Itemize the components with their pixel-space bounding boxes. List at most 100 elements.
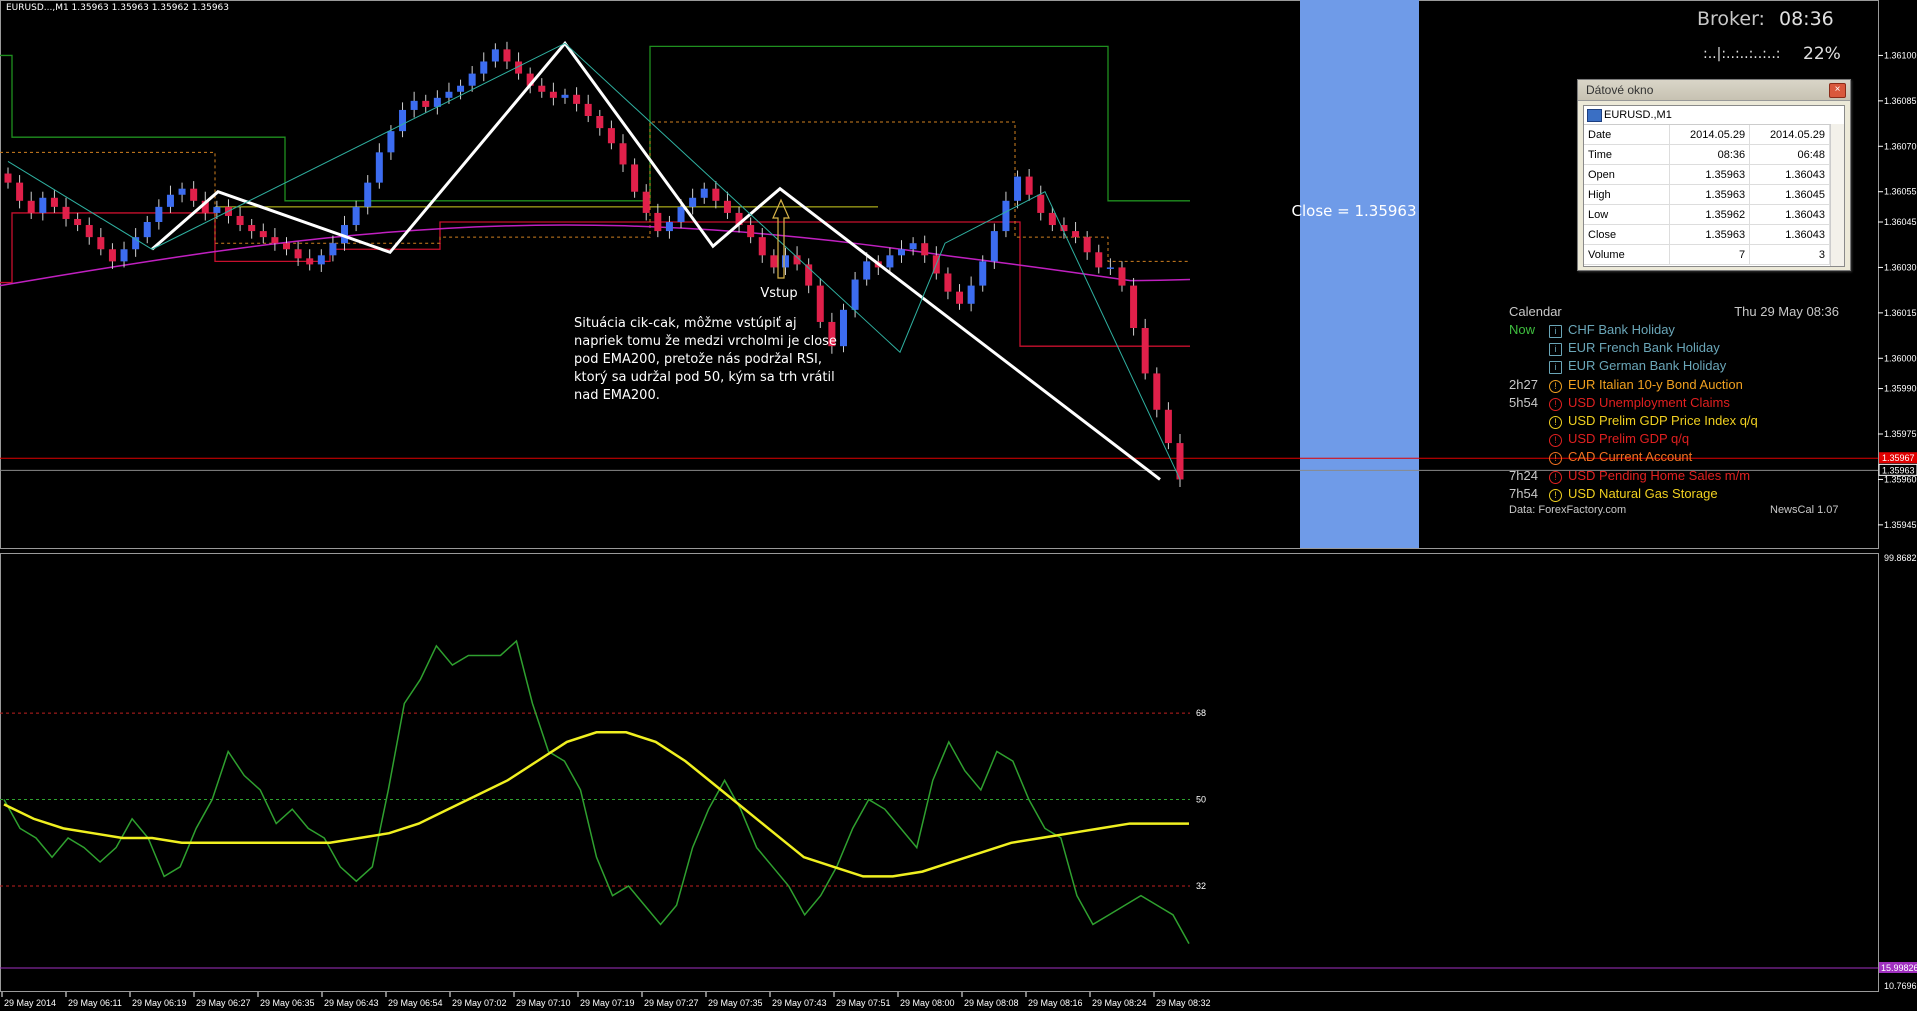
- chart-header: EURUSD...,M1 1.35963 1.35963 1.35962 1.3…: [6, 3, 229, 13]
- close-icon[interactable]: ×: [1829, 83, 1846, 98]
- table-row: Volume 7 3: [1584, 244, 1830, 265]
- candle-body: [306, 258, 314, 265]
- calendar-event[interactable]: ! USD Prelim GDP q/q: [1509, 431, 1689, 448]
- candle-body: [665, 222, 673, 232]
- time-tick-label: 29 May 06:35: [260, 998, 315, 1008]
- candle-body: [491, 49, 499, 62]
- alert-icon: !: [1549, 416, 1562, 429]
- calendar-event-text: EUR German Bank Holiday: [1568, 358, 1727, 374]
- data-window-title: Dátové okno: [1586, 83, 1654, 97]
- calendar-event[interactable]: 5h54! USD Unemployment Claims: [1509, 395, 1730, 411]
- rsi-series-layer: 68 50 32: [0, 639, 1878, 969]
- row-value: 1.35962: [1669, 204, 1751, 225]
- candle-body: [410, 100, 418, 110]
- time-tick-label: 29 May 08:32: [1156, 998, 1211, 1008]
- candle-body: [1095, 252, 1103, 268]
- candle-body: [549, 91, 557, 98]
- calendar-event-text: USD Natural Gas Storage: [1568, 485, 1718, 501]
- data-window-symbol-row: EURUSD.,M1: [1584, 106, 1844, 125]
- calendar-event[interactable]: ! USD Prelim GDP Price Index q/q: [1509, 413, 1758, 429]
- candle-body: [213, 206, 221, 213]
- candle-body: [190, 188, 198, 201]
- progress-bar-text: :..|:..:..:..:..:: [1703, 46, 1781, 62]
- row-label: High: [1584, 184, 1671, 205]
- table-row: Close 1.35963 1.36043: [1584, 224, 1830, 245]
- calendar-event[interactable]: 7h54! USD Natural Gas Storage: [1509, 486, 1718, 502]
- candle-body: [1153, 373, 1161, 410]
- price-tick-label: 1.36015: [1884, 308, 1917, 318]
- price-tick-label: 1.36045: [1884, 217, 1917, 227]
- time-tick-label: 29 May 07:51: [836, 998, 891, 1008]
- candle-body: [758, 237, 766, 256]
- calendar-event[interactable]: 2h27! EUR Italian 10-y Bond Auction: [1509, 377, 1743, 393]
- candle-body: [480, 61, 488, 74]
- candle-body: [62, 206, 70, 219]
- time-tick-label: 29 May 07:27: [644, 998, 699, 1008]
- data-window-body: EURUSD.,M1 Date 2014.05.29 2014.05.29 Time…: [1583, 105, 1845, 267]
- candle-body: [457, 85, 465, 92]
- rsi-panel-frame: [0, 553, 1879, 992]
- time-tick-label: 29 May 06:19: [132, 998, 187, 1008]
- info-icon: i: [1549, 325, 1562, 338]
- calendar-event[interactable]: ! CAD Current Account: [1509, 449, 1693, 466]
- candle-body: [271, 237, 279, 244]
- data-window[interactable]: Dátové okno × EURUSD.,M1 Date 2014.05.29 2…: [1577, 79, 1851, 271]
- candle-body: [375, 152, 383, 183]
- row-label: Volume: [1584, 244, 1671, 265]
- candle-body: [967, 285, 975, 304]
- candle-body: [781, 255, 789, 268]
- candle-body: [352, 206, 360, 226]
- candle-body: [573, 94, 581, 104]
- candle-body: [1002, 200, 1010, 232]
- candle-body: [50, 197, 58, 207]
- calendar-event[interactable]: Now i CHF Bank Holiday: [1509, 322, 1675, 338]
- row-label: Low: [1584, 204, 1671, 225]
- row-value: 7: [1669, 244, 1751, 265]
- data-window-titlebar[interactable]: Dátové okno ×: [1578, 80, 1850, 101]
- price-tick-label: 1.36000: [1884, 353, 1917, 363]
- info-icon: i: [1549, 343, 1562, 357]
- calendar-event[interactable]: 7h24! USD Pending Home Sales m/m: [1509, 468, 1750, 484]
- calendar-date: Thu 29 May 08:36: [1734, 304, 1839, 319]
- candle-body: [1025, 176, 1033, 195]
- row-value: 06:48: [1749, 144, 1830, 165]
- row-label: Date: [1584, 125, 1671, 145]
- candle-body: [898, 249, 906, 256]
- candle-body: [282, 243, 290, 250]
- candle-body: [1118, 267, 1126, 286]
- candle-body: [561, 94, 569, 98]
- calendar-event-text: CAD Current Account: [1568, 449, 1693, 465]
- candle-body: [677, 206, 685, 222]
- row-value: 1.35963: [1669, 184, 1751, 205]
- calendar-event[interactable]: i EUR French Bank Holiday: [1509, 340, 1720, 357]
- table-row: Open 1.35963 1.36043: [1584, 164, 1830, 185]
- candle-body: [1072, 231, 1080, 238]
- candle-body: [816, 285, 824, 322]
- calendar-event-text: EUR French Bank Holiday: [1568, 340, 1720, 356]
- data-window-scrollbar[interactable]: [1830, 124, 1844, 266]
- time-tick-label: 29 May 08:00: [900, 998, 955, 1008]
- candle-body: [236, 215, 244, 226]
- candle-body: [294, 249, 302, 259]
- calendar-event-time: 5h54: [1509, 394, 1538, 410]
- time-tick-label: 29 May 08:08: [964, 998, 1019, 1008]
- candle-body: [4, 173, 12, 183]
- candle-body: [990, 231, 998, 262]
- rsi-line: [3, 639, 1190, 945]
- calendar-footer-source: Data: ForexFactory.com: [1509, 504, 1627, 516]
- row-value: 08:36: [1669, 144, 1751, 165]
- alert-icon: !: [1549, 379, 1562, 393]
- candle-body: [97, 237, 105, 250]
- candle-body: [886, 255, 894, 268]
- time-tick-label: 29 May 06:54: [388, 998, 443, 1008]
- annotation-line: ktorý sa udržal pod 50, kým sa trh vráti…: [574, 370, 835, 385]
- candle-body: [143, 222, 151, 238]
- candle-body: [445, 91, 453, 98]
- price-tick-label: 1.36055: [1884, 187, 1917, 197]
- candle-body: [851, 279, 859, 310]
- calendar-event[interactable]: i EUR German Bank Holiday: [1509, 358, 1727, 375]
- calendar-event-text: USD Pending Home Sales m/m: [1568, 467, 1751, 483]
- candle-body: [364, 182, 372, 207]
- row-label: Close: [1584, 224, 1671, 245]
- candle-body: [1106, 267, 1114, 269]
